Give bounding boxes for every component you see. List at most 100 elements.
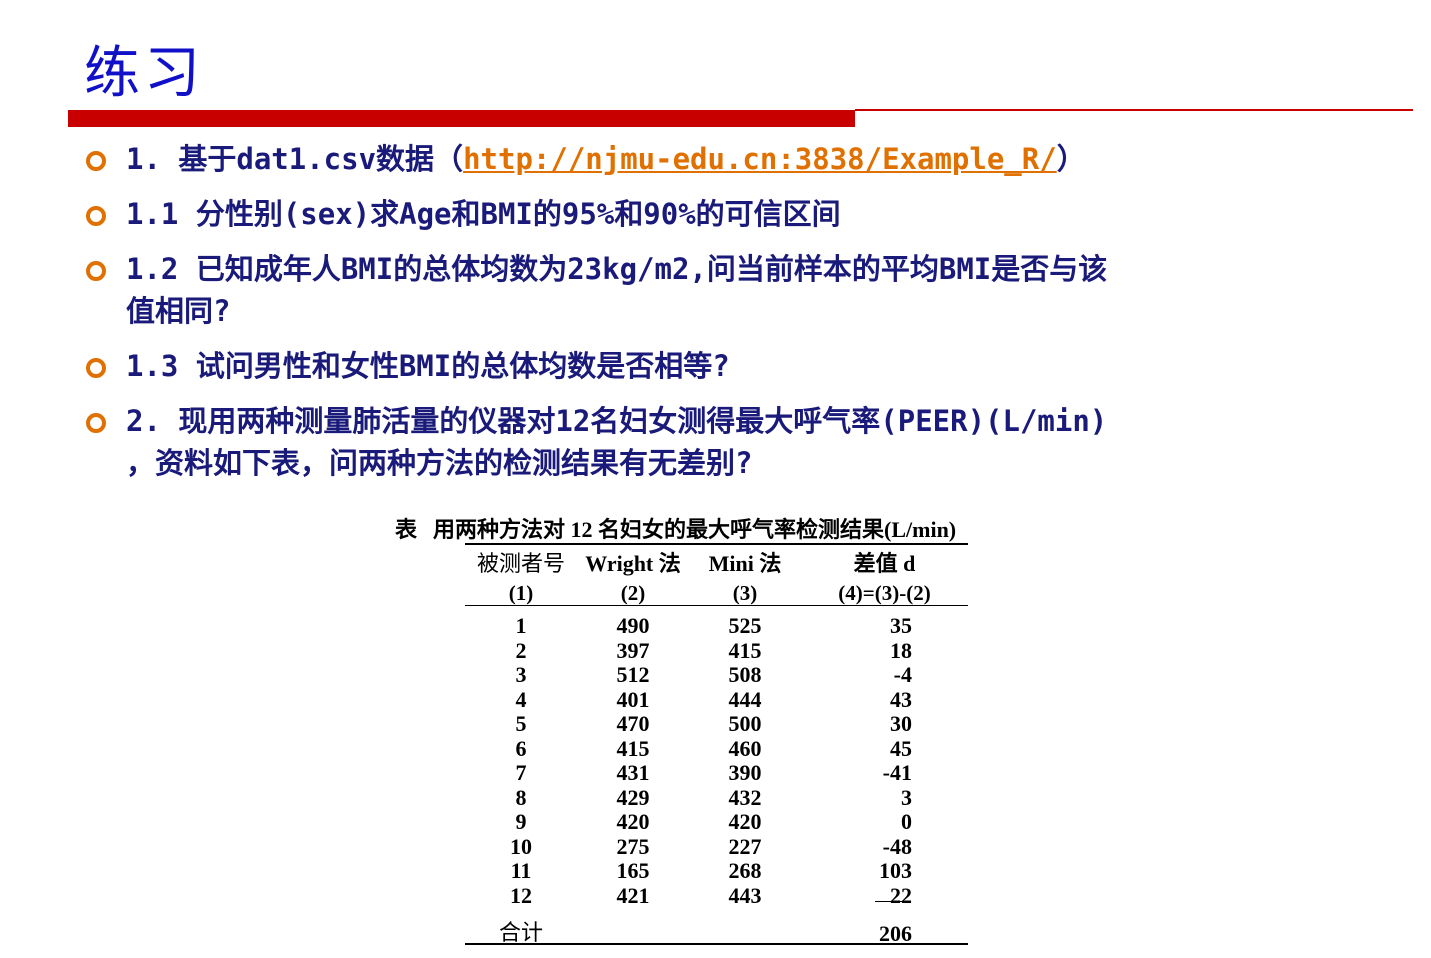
cell-mini: 268 [728, 858, 762, 884]
cell-diff: 22 [890, 882, 912, 908]
cell-wright: 490 [616, 613, 650, 639]
data-table: 被测者号 Wright 法 Mini 法 差值 d (1) (2) (3) (4… [465, 546, 968, 946]
cell-mini: 420 [728, 809, 762, 835]
table-caption-tag: 表 [395, 517, 418, 542]
table-top-rule [465, 543, 968, 545]
cell-subject: 9 [515, 809, 527, 835]
cell-diff: 3 [901, 784, 912, 810]
table-caption-text: 用两种方法对 12 名妇女的最大呼气率检测结果(L/min) [433, 517, 957, 542]
cell-diff: 103 [879, 858, 912, 884]
cell-wright: 275 [616, 833, 650, 859]
cell-mini: 460 [728, 735, 762, 761]
col-subheader: (1) [508, 581, 534, 605]
cell-subject: 12 [510, 882, 532, 908]
cell-wright: 420 [616, 809, 650, 835]
cell-empty [577, 908, 689, 946]
table-row: 3 512 508 -4 [465, 663, 968, 688]
cell-diff: 43 [890, 686, 912, 712]
cell-diff: 18 [890, 637, 912, 663]
bullet-item: 1.1 分性别(sex)求Age和BMI的95%和90%的可信区间 [84, 193, 1404, 235]
cell-empty [689, 908, 801, 946]
cell-mini: 500 [728, 711, 762, 737]
cell-wright: 470 [616, 711, 650, 737]
cell-diff: -48 [882, 833, 912, 859]
bullet-circle-icon [86, 413, 106, 433]
table-total-row: 合计 206 [465, 908, 968, 946]
bullet-circle-icon [86, 206, 106, 226]
cell-diff: -4 [893, 662, 912, 688]
cell-wright: 429 [616, 784, 650, 810]
bullet-item: 1. 基于dat1.csv数据（http://njmu-edu.cn:3838/… [84, 138, 1404, 180]
cell-wright: 397 [616, 637, 650, 663]
cell-subject: 4 [515, 686, 527, 712]
bullet-text-suffix: ） [1056, 142, 1086, 176]
table-row: 11 165 268 103 [465, 859, 968, 884]
slide-title: 练习 [84, 41, 204, 106]
dataset-link[interactable]: http://njmu-edu.cn:3838/Example_R/ [463, 142, 1057, 176]
bullet-item: 1.3 试问男性和女性BMI的总体均数是否相等? [84, 345, 1404, 387]
title-rule-thick [68, 110, 855, 127]
cell-wright: 421 [616, 882, 650, 908]
col-header-mini: Mini 法 [708, 551, 782, 576]
cell-diff: -41 [882, 760, 912, 786]
bullet-circle-icon [86, 261, 106, 281]
table-subheader-row: (1) (2) (3) (4)=(3)-(2) [465, 578, 968, 609]
cell-mini: 390 [728, 760, 762, 786]
table-row: 7 431 390 -41 [465, 761, 968, 786]
cell-subject: 6 [515, 735, 527, 761]
col-subheader: (3) [732, 581, 758, 605]
table-row: 9 420 420 0 [465, 810, 968, 835]
bullet-text: 2. 现用两种测量肺活量的仪器对12名妇女测得最大呼气率(PEER)(L/min… [126, 404, 1108, 438]
bullet-text: 1.2 已知成年人BMI的总体均数为23kg/m2,问当前样本的平均BMI是否与… [126, 252, 1108, 286]
cell-mini: 227 [728, 833, 762, 859]
title-rule-thin [855, 109, 1413, 111]
cell-wright: 165 [616, 858, 650, 884]
cell-diff: 0 [901, 809, 912, 835]
bullet-list: 1. 基于dat1.csv数据（http://njmu-edu.cn:3838/… [84, 138, 1404, 497]
cell-subject: 8 [515, 784, 527, 810]
cell-subject: 7 [515, 760, 527, 786]
col-header-subject: 被测者号 [476, 552, 565, 577]
table-row: 1 490 525 35 [465, 609, 968, 639]
col-subheader: (2) [620, 581, 646, 605]
cell-mini: 444 [728, 686, 762, 712]
cell-mini: 432 [728, 784, 762, 810]
bullet-text: 1.1 分性别(sex)求Age和BMI的95%和90%的可信区间 [126, 197, 841, 231]
cell-diff: 35 [890, 613, 912, 639]
cell-mini: 443 [728, 882, 762, 908]
table-body: 1 490 525 35 2 397 415 18 3 512 508 -4 4 401 444 43 5 470… [465, 609, 968, 946]
cell-diff: 30 [890, 711, 912, 737]
cell-subject: 5 [515, 711, 527, 737]
bullet-item: 2. 现用两种测量肺活量的仪器对12名妇女测得最大呼气率(PEER)(L/min… [84, 400, 1404, 484]
table-row: 12 421 443 22 [465, 882, 968, 909]
cell-subject: 3 [515, 662, 527, 688]
cell-subject: 1 [515, 613, 527, 639]
total-value: 206 [879, 921, 912, 946]
table-row: 10 275 227 -48 [465, 833, 968, 860]
table-row: 5 470 500 30 [465, 712, 968, 737]
bullet-text: 1.3 试问男性和女性BMI的总体均数是否相等? [126, 349, 730, 383]
cell-wright: 415 [616, 735, 650, 761]
cell-diff: 45 [890, 735, 912, 761]
cell-mini: 525 [728, 613, 762, 639]
cell-wright: 431 [616, 760, 650, 786]
cell-subject: 2 [515, 637, 527, 663]
col-subheader: (4)=(3)-(2) [838, 581, 931, 605]
bullet-text-continuation: 值相同? [126, 294, 231, 328]
bullet-circle-icon [86, 358, 106, 378]
bullet-text: 1. 基于dat1.csv数据（ [126, 142, 464, 176]
bullet-item: 1.2 已知成年人BMI的总体均数为23kg/m2,问当前样本的平均BMI是否与… [84, 248, 1404, 332]
table-header-row: 被测者号 Wright 法 Mini 法 差值 d [465, 546, 968, 578]
cell-wright: 512 [616, 662, 650, 688]
cell-mini: 415 [728, 637, 762, 663]
bullet-circle-icon [86, 151, 106, 171]
bullet-text-continuation: ，资料如下表，问两种方法的检测结果有无差别? [126, 446, 753, 480]
cell-mini: 508 [728, 662, 762, 688]
cell-subject: 10 [510, 833, 532, 859]
table-row: 2 397 415 18 [465, 637, 968, 664]
total-label: 合计 [498, 921, 543, 946]
col-header-diff: 差值 d [853, 551, 916, 576]
cell-subject: 11 [510, 858, 532, 884]
col-header-wright: Wright 法 [585, 551, 681, 576]
table-row: 8 429 432 3 [465, 784, 968, 811]
